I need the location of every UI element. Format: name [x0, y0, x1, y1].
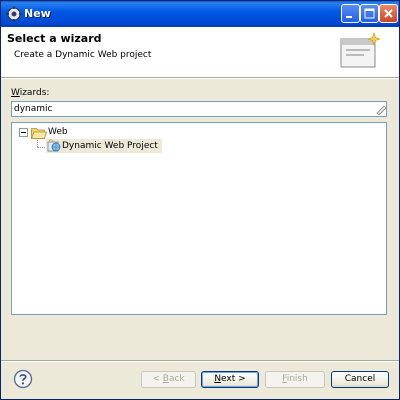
footer-separator	[1, 360, 399, 362]
minimize-icon	[346, 16, 352, 18]
title-bar[interactable]: New	[1, 1, 399, 27]
clear-filter-icon[interactable]	[375, 103, 387, 115]
banner-title: Select a wizard	[7, 32, 102, 45]
finish-button[interactable]: Finish	[265, 371, 325, 388]
minimize-button[interactable]	[341, 4, 360, 23]
maximize-button[interactable]	[360, 4, 379, 23]
close-icon	[384, 9, 393, 18]
close-button[interactable]	[379, 4, 398, 23]
next-button[interactable]: Next >	[201, 371, 259, 388]
header-separator	[1, 77, 399, 79]
tree-item-dynamic-web-project[interactable]: Dynamic Web Project	[46, 139, 162, 153]
new-wizard-banner-icon	[340, 32, 381, 68]
tree-connector	[37, 138, 38, 147]
tree-connector	[37, 147, 45, 148]
collapse-toggle[interactable]	[19, 128, 28, 137]
wizard-tree[interactable]: Web Dynamic Web Project	[11, 122, 387, 315]
banner-description: Create a Dynamic Web project	[14, 50, 152, 60]
wizard-banner: Select a wizard Create a Dynamic Web pro…	[1, 27, 399, 77]
cancel-button[interactable]: Cancel	[331, 371, 389, 388]
back-button[interactable]: < Back	[141, 371, 196, 388]
wizard-filter-field[interactable]	[11, 101, 387, 117]
new-wizard-dialog: New Select a wizard Create a Dynamic Web…	[0, 0, 400, 400]
help-icon[interactable]	[13, 369, 33, 389]
tree-category-web[interactable]: Web	[48, 127, 68, 137]
tree-item-label: Dynamic Web Project	[62, 141, 158, 151]
eclipse-gear-icon	[6, 6, 22, 22]
open-folder-icon	[31, 128, 47, 139]
wizard-filter-input[interactable]	[14, 103, 364, 115]
web-project-icon	[47, 139, 61, 152]
wizards-label: Wizards:	[11, 88, 50, 98]
window-title: New	[24, 7, 51, 20]
maximize-icon	[364, 8, 375, 19]
